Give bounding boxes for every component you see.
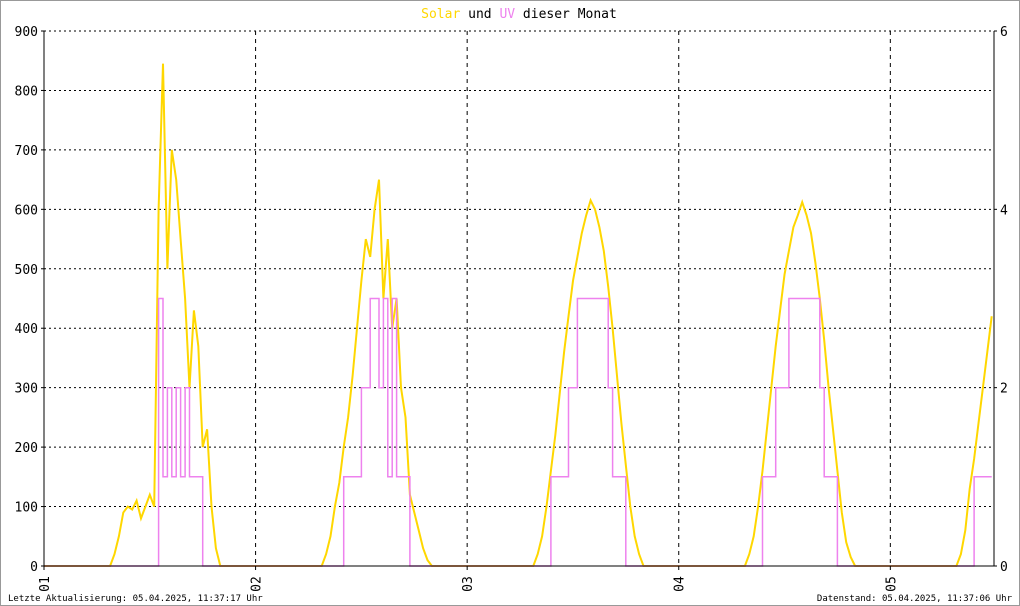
x-tick-label: 01 (38, 576, 53, 592)
y-right-tick-label: 2 (1000, 382, 1008, 397)
y-left-tick-label: 600 (15, 203, 38, 218)
y-right-tick-label: 0 (1000, 560, 1008, 575)
solar-uv-chart: Solar und UV dieser Monat 01002003004005… (0, 0, 1020, 606)
title-uv: UV (499, 7, 515, 22)
title-solar: Solar (421, 7, 460, 22)
y-right-tick-label: 4 (1000, 203, 1008, 218)
title-rest: dieser Monat (515, 7, 617, 22)
chart-border (0, 0, 1020, 606)
y-left-tick-label: 300 (15, 382, 38, 397)
y-left-tick-label: 800 (15, 84, 38, 99)
x-tick-label: 05 (884, 576, 899, 592)
y-left-tick-label: 900 (15, 25, 38, 40)
x-tick-label: 02 (250, 576, 265, 592)
footer-data-status: Datenstand: 05.04.2025, 11:37:06 Uhr (817, 594, 1013, 604)
chart-title: Solar und UV dieser Monat (421, 7, 617, 22)
y-left-tick-label: 100 (15, 501, 38, 516)
y-right-tick-label: 6 (1000, 25, 1008, 40)
y-left-tick-label: 0 (30, 560, 38, 575)
y-left-tick-label: 400 (15, 322, 38, 337)
y-left-tick-label: 700 (15, 144, 38, 159)
x-tick-label: 03 (461, 576, 476, 592)
y-left-tick-label: 200 (15, 441, 38, 456)
x-tick-label: 04 (673, 576, 688, 592)
title-und: und (460, 7, 499, 22)
y-left-tick-label: 500 (15, 263, 38, 278)
footer-last-update: Letzte Aktualisierung: 05.04.2025, 11:37… (8, 594, 263, 604)
